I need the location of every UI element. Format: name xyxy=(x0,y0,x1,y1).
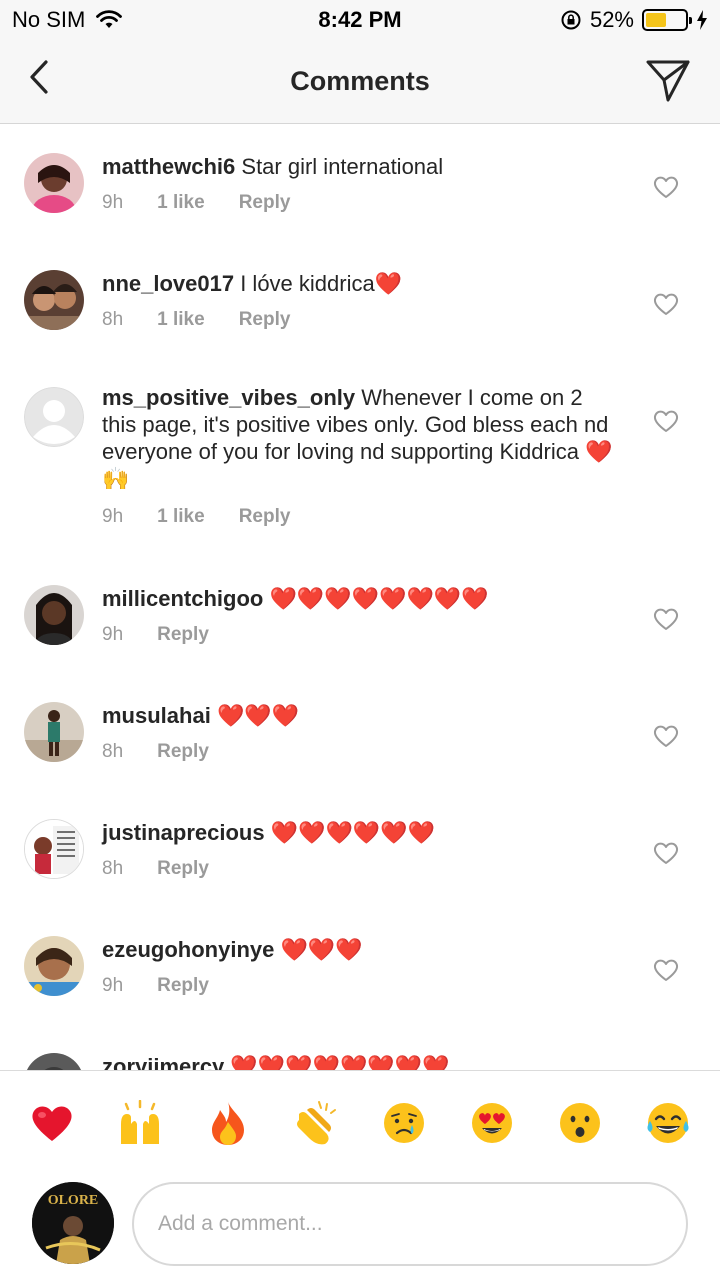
heart-outline-icon[interactable] xyxy=(653,958,679,982)
comments-header: Comments xyxy=(0,40,720,124)
reply-button[interactable]: Reply xyxy=(239,506,291,528)
comment-message: ❤️❤️❤️❤️❤️❤️❤️❤️ xyxy=(269,587,489,612)
comment-text: ms_positive_vibes_only Whenever I come o… xyxy=(102,384,622,492)
comment-input[interactable] xyxy=(132,1182,688,1266)
comment-username[interactable]: zoryiimercy xyxy=(102,1054,224,1070)
comment-message: ❤️❤️❤️❤️❤️❤️❤️❤️ xyxy=(230,1055,450,1070)
heart-outline-icon[interactable] xyxy=(653,724,679,748)
avatar[interactable] xyxy=(24,1053,84,1070)
reaction-red-heart[interactable] xyxy=(28,1099,76,1147)
comment-message: ❤️❤️❤️ xyxy=(216,704,300,729)
reply-button[interactable]: Reply xyxy=(157,975,209,997)
comment-username[interactable]: millicentchigoo xyxy=(102,586,263,611)
avatar[interactable] xyxy=(24,819,84,879)
comment-username[interactable]: justinaprecious xyxy=(102,820,265,845)
rotation-lock-icon xyxy=(561,10,581,30)
reaction-crying-face[interactable] xyxy=(380,1099,428,1147)
comment-username[interactable]: matthewchi6 xyxy=(102,154,235,179)
comment-text: ezeugohonyinye ❤️❤️❤️ xyxy=(102,936,622,964)
comment-time: 8h xyxy=(102,858,124,879)
red-heart-icon xyxy=(32,1106,72,1141)
comment-meta: 9h Reply xyxy=(102,975,209,997)
comment-message: ❤️❤️❤️ xyxy=(280,938,363,963)
clapping-hands-icon xyxy=(297,1101,336,1145)
comment-meta: 9h Reply xyxy=(102,624,209,646)
status-bar: No SIM 8:42 PM 52% xyxy=(0,0,720,40)
battery-icon xyxy=(642,9,692,31)
avatar[interactable] xyxy=(24,936,84,996)
comment-meta: 8h Reply xyxy=(102,741,209,763)
battery-level-fill xyxy=(646,13,666,27)
comment-message: I lóve kiddrica❤️ xyxy=(240,271,403,296)
comment-time: 8h xyxy=(102,309,124,330)
reaction-fire[interactable] xyxy=(204,1099,252,1147)
avatar-logo-text: OLORE xyxy=(48,1193,99,1208)
comment-time: 9h xyxy=(102,975,124,996)
comment-text: justinaprecious ❤️❤️❤️❤️❤️❤️ xyxy=(102,819,622,847)
comment-time: 8h xyxy=(102,741,124,762)
surprised-face-icon xyxy=(560,1103,600,1143)
reaction-clapping-hands[interactable] xyxy=(292,1099,340,1147)
comment-username[interactable]: nne_love017 xyxy=(102,271,234,296)
comment-text: nne_love017 I lóve kiddrica❤️ xyxy=(102,270,622,297)
reply-button[interactable]: Reply xyxy=(239,192,291,214)
comment-meta: 9h 1 like Reply xyxy=(102,506,290,528)
comment-likes[interactable]: 1 like xyxy=(157,192,205,214)
comment-text: zoryiimercy ❤️❤️❤️❤️❤️❤️❤️❤️ xyxy=(102,1053,622,1070)
avatar[interactable] xyxy=(24,270,84,330)
quick-reactions-bar xyxy=(0,1070,720,1172)
tears-of-joy-icon xyxy=(647,1103,689,1143)
comment-time: 9h xyxy=(102,506,124,527)
comment-message: ❤️❤️❤️❤️❤️❤️ xyxy=(270,821,436,846)
raising-hands-icon xyxy=(121,1100,159,1144)
comment-text: matthewchi6 Star girl international xyxy=(102,153,622,180)
comment-list[interactable]: matthewchi6 Star girl international 9h 1… xyxy=(0,125,720,1070)
reply-button[interactable]: Reply xyxy=(157,741,209,763)
reaction-raising-hands[interactable] xyxy=(116,1099,164,1147)
comment-username[interactable]: ezeugohonyinye xyxy=(102,937,274,962)
current-user-avatar[interactable]: OLORE xyxy=(32,1182,114,1264)
reaction-tears-of-joy[interactable] xyxy=(644,1099,692,1147)
reply-button[interactable]: Reply xyxy=(157,624,209,646)
comment-likes[interactable]: 1 like xyxy=(157,506,205,528)
fire-icon xyxy=(212,1102,244,1145)
paper-plane-icon[interactable] xyxy=(644,56,692,104)
comment-username[interactable]: ms_positive_vibes_only xyxy=(102,385,355,410)
heart-outline-icon[interactable] xyxy=(653,841,679,865)
comment-time: 9h xyxy=(102,192,124,213)
avatar[interactable] xyxy=(24,153,84,213)
reaction-surprised-face[interactable] xyxy=(556,1099,604,1147)
crying-face-icon xyxy=(384,1103,424,1143)
page-title: Comments xyxy=(290,66,430,96)
comment-composer: OLORE xyxy=(0,1172,720,1280)
comment-meta: 8h 1 like Reply xyxy=(102,309,290,331)
reply-button[interactable]: Reply xyxy=(157,858,209,880)
heart-outline-icon[interactable] xyxy=(653,607,679,631)
comment-username[interactable]: musulahai xyxy=(102,703,211,728)
battery-percent: 52% xyxy=(589,7,634,32)
default-avatar[interactable] xyxy=(24,387,84,447)
comment-time: 9h xyxy=(102,624,124,645)
comment-text: musulahai ❤️❤️❤️ xyxy=(102,702,622,730)
comment-text: millicentchigoo ❤️❤️❤️❤️❤️❤️❤️❤️ xyxy=(102,585,622,613)
avatar[interactable] xyxy=(24,702,84,762)
charging-bolt-icon xyxy=(697,10,707,30)
reaction-heart-eyes[interactable] xyxy=(468,1099,516,1147)
comment-meta: 9h 1 like Reply xyxy=(102,192,290,214)
heart-outline-icon[interactable] xyxy=(653,409,679,433)
reply-button[interactable]: Reply xyxy=(239,309,291,331)
heart-outline-icon[interactable] xyxy=(653,292,679,316)
comment-message: Star girl international xyxy=(241,154,444,179)
comment-meta: 8h Reply xyxy=(102,858,209,880)
heart-eyes-icon xyxy=(472,1103,512,1143)
avatar[interactable] xyxy=(24,585,84,645)
comment-likes[interactable]: 1 like xyxy=(157,309,205,331)
heart-outline-icon[interactable] xyxy=(653,175,679,199)
status-right: 52% xyxy=(560,7,708,33)
